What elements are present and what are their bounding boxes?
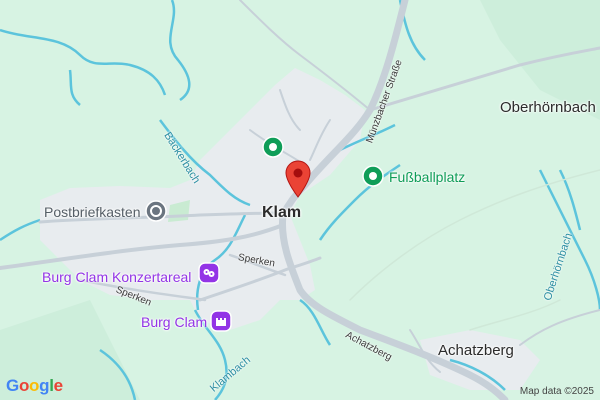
theater-marker-icon[interactable] xyxy=(198,262,220,284)
poi-label-konzertareal[interactable]: Burg Clam Konzertareal xyxy=(42,270,191,284)
poi-label-burg-clam[interactable]: Burg Clam xyxy=(141,315,207,329)
fussballplatz-marker-icon[interactable] xyxy=(362,165,384,187)
poi-label-postbriefkasten[interactable]: Postbriefkasten xyxy=(44,205,141,219)
map-canvas[interactable]: Münzbacher Straße Sperken Sperken Achatz… xyxy=(0,0,600,400)
google-logo: Google xyxy=(6,376,63,395)
place-label-achatzberg[interactable]: Achatzberg xyxy=(438,343,514,358)
castle-marker-icon[interactable] xyxy=(210,310,232,332)
map-attribution[interactable]: Map data ©2025 xyxy=(520,386,594,397)
green-place-marker-icon[interactable] xyxy=(262,136,284,158)
poi-label-fussballplatz[interactable]: Fußballplatz xyxy=(389,170,465,184)
place-label-oberhornbach[interactable]: Oberhörnbach xyxy=(500,100,596,115)
place-label-klam[interactable]: Klam xyxy=(262,205,301,221)
red-location-pin-icon[interactable] xyxy=(285,160,311,198)
map-base-layer xyxy=(0,0,600,400)
mailbox-marker-icon[interactable] xyxy=(145,200,167,222)
